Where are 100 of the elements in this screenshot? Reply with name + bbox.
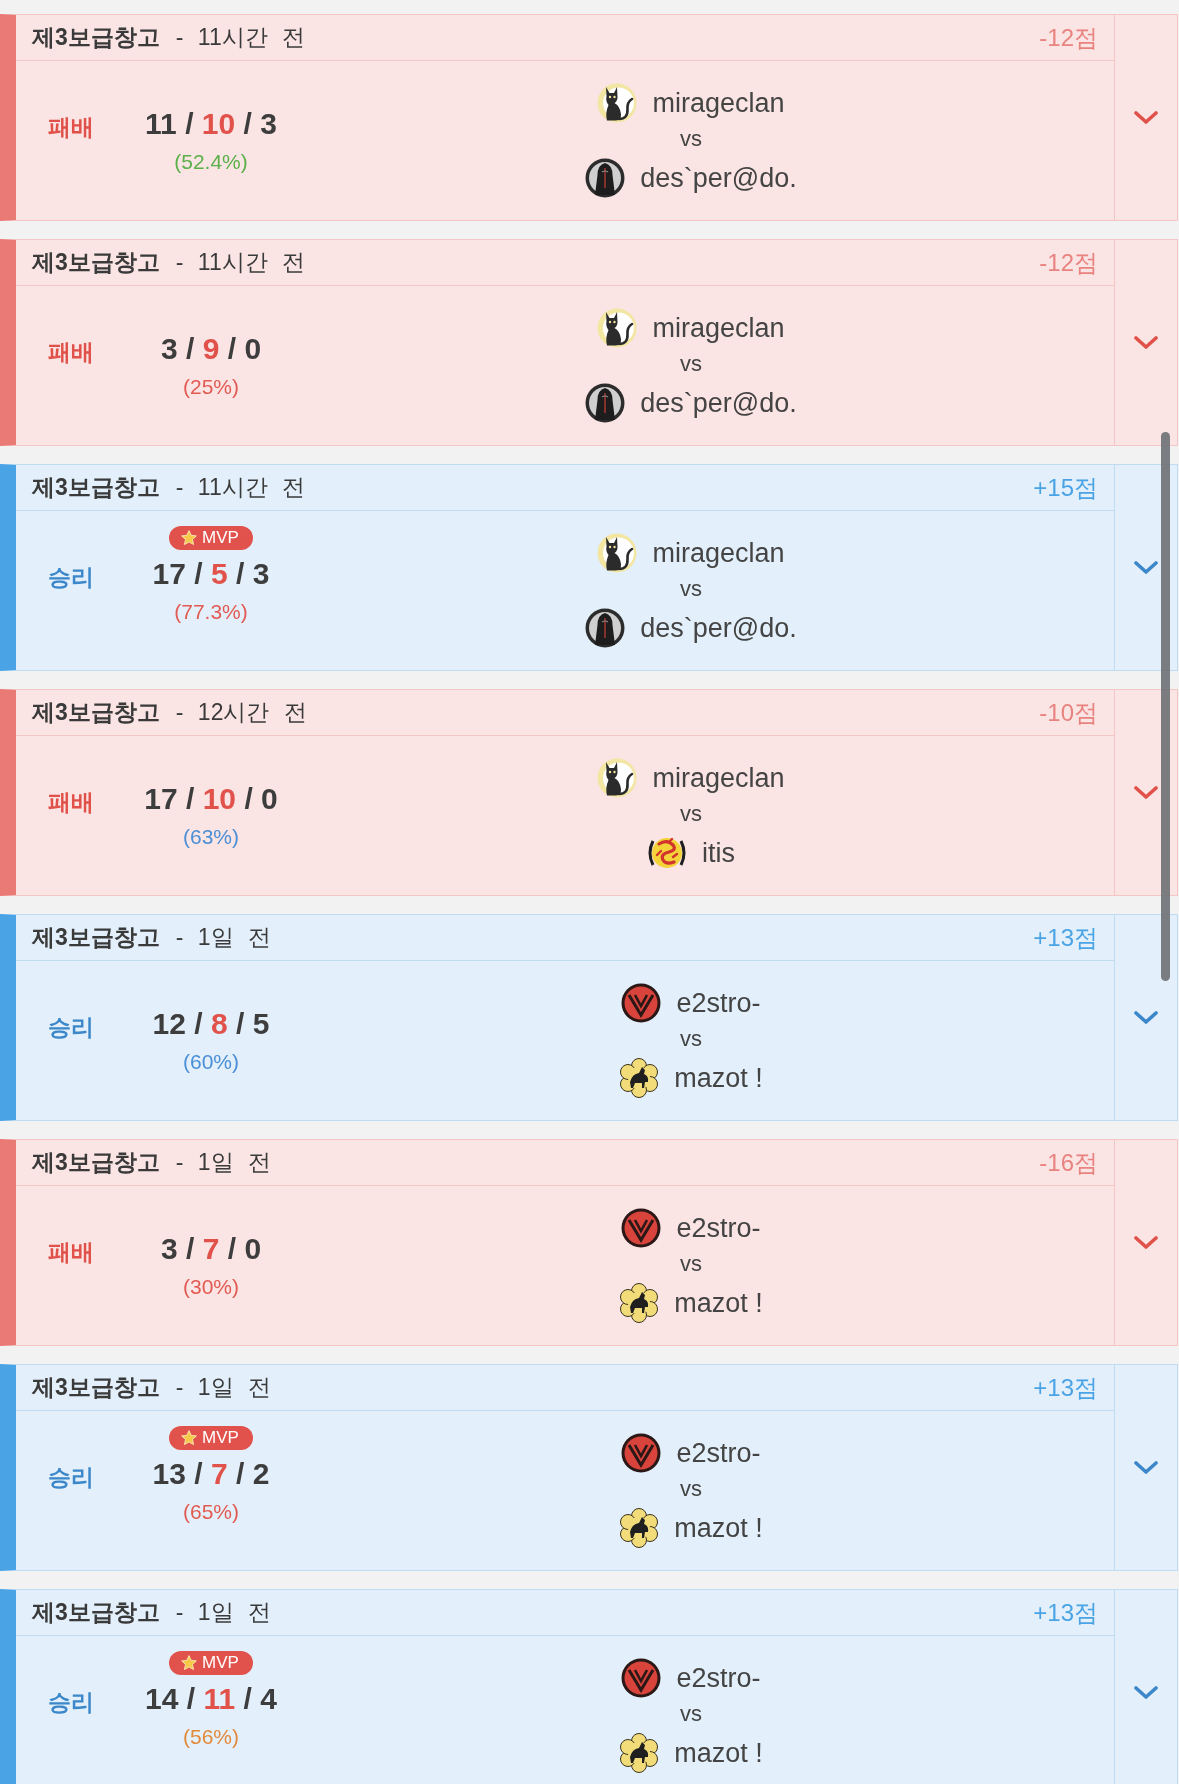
result-label: 승리: [48, 1688, 94, 1716]
result-label: 승리: [48, 1463, 94, 1491]
v-emblem-icon: [621, 1208, 662, 1248]
cat-icon: [597, 533, 638, 573]
team-name: mirageclan: [652, 762, 785, 794]
map-name: 제3보급창고: [32, 1598, 160, 1627]
score-change: +13점: [1033, 1597, 1098, 1628]
team-name: mazot !: [674, 1287, 763, 1319]
hooded-figure-icon: [585, 158, 626, 198]
score-change: -10점: [1039, 697, 1098, 728]
score-change: -16점: [1039, 1147, 1098, 1178]
kda-score: 13 / 7 / 2: [152, 1456, 270, 1492]
kda-score: 3 / 7 / 0: [160, 1231, 262, 1267]
result-label: 패배: [48, 788, 94, 816]
team-name: des`per@do.: [640, 162, 797, 194]
chevron-down-icon: [1134, 111, 1158, 124]
hooded-figure-icon: [585, 608, 626, 648]
team-name: mirageclan: [652, 537, 785, 569]
time-text: - 1일 전: [175, 1373, 272, 1402]
cat-icon: [597, 758, 638, 798]
kda-score: 17 / 5 / 3: [152, 556, 270, 592]
kda-score: 12 / 8 / 5: [152, 1006, 270, 1042]
horse-emblem-icon: [619, 1058, 660, 1098]
map-name: 제3보급창고: [32, 698, 160, 727]
score-change: -12점: [1039, 247, 1098, 278]
score-change: +13점: [1033, 1372, 1098, 1403]
percentage-text: (52.4%): [174, 149, 248, 175]
star-icon: [181, 1655, 198, 1671]
team-name: itis: [702, 837, 735, 869]
time-text: - 12시간 전: [175, 698, 307, 727]
team-name: des`per@do.: [640, 612, 797, 644]
percentage-text: (65%): [183, 1499, 239, 1525]
chevron-down-icon: [1134, 561, 1158, 574]
map-name: 제3보급창고: [32, 23, 160, 52]
time-text: - 11시간 전: [175, 248, 306, 277]
team-name: e2stro-: [676, 1212, 761, 1244]
result-label: 패배: [48, 1238, 94, 1266]
horse-emblem-icon: [619, 1508, 660, 1548]
v-emblem-icon: [621, 1433, 662, 1473]
chevron-down-icon: [1134, 1461, 1158, 1474]
percentage-text: (25%): [183, 374, 239, 400]
vs-text: vs: [680, 125, 702, 153]
mvp-label: MVP: [202, 1653, 239, 1673]
vs-text: vs: [680, 1250, 702, 1278]
vs-text: vs: [680, 350, 702, 378]
result-label: 패배: [48, 113, 94, 141]
result-label: 패배: [48, 338, 94, 366]
team-name: mazot !: [674, 1062, 763, 1094]
mvp-label: MVP: [202, 1428, 239, 1448]
vs-text: vs: [680, 800, 702, 828]
vs-text: vs: [680, 1025, 702, 1053]
time-text: - 11시간 전: [175, 473, 306, 502]
time-text: - 11시간 전: [175, 23, 306, 52]
team-name: mirageclan: [652, 312, 785, 344]
result-label: 승리: [48, 1013, 94, 1041]
star-icon: [181, 1430, 198, 1446]
kda-score: 14 / 11 / 4: [145, 1681, 277, 1717]
team-name: e2stro-: [676, 1437, 761, 1469]
score-change: +15점: [1033, 472, 1098, 503]
v-emblem-icon: [621, 983, 662, 1023]
team-name: des`per@do.: [640, 387, 797, 419]
team-name: e2stro-: [676, 987, 761, 1019]
team-name: mazot !: [674, 1512, 763, 1544]
chevron-down-icon: [1134, 786, 1158, 799]
map-name: 제3보급창고: [32, 1148, 160, 1177]
map-name: 제3보급창고: [32, 473, 160, 502]
time-text: - 1일 전: [175, 1148, 272, 1177]
cat-icon: [597, 308, 638, 348]
result-label: 승리: [48, 563, 94, 591]
team-name: mazot !: [674, 1737, 763, 1769]
team-name: mirageclan: [652, 87, 785, 119]
horse-emblem-icon: [619, 1283, 660, 1323]
time-text: - 1일 전: [175, 1598, 272, 1627]
percentage-text: (56%): [183, 1724, 239, 1750]
percentage-text: (30%): [183, 1274, 239, 1300]
chevron-down-icon: [1134, 1011, 1158, 1024]
percentage-text: (60%): [183, 1049, 239, 1075]
score-change: -12점: [1039, 22, 1098, 53]
map-name: 제3보급창고: [32, 923, 160, 952]
star-icon: [181, 530, 198, 546]
horse-emblem-icon: [619, 1733, 660, 1773]
chevron-down-icon: [1134, 336, 1158, 349]
scrollbar[interactable]: [1161, 432, 1170, 981]
kda-score: 11 / 10 / 3: [145, 106, 277, 142]
chevron-down-icon: [1134, 1236, 1158, 1249]
percentage-text: (63%): [183, 824, 239, 850]
team-name: e2stro-: [676, 1662, 761, 1694]
v-emblem-icon: [621, 1658, 662, 1698]
vs-text: vs: [680, 1475, 702, 1503]
mvp-label: MVP: [202, 528, 239, 548]
cat-icon: [597, 83, 638, 123]
percentage-text: (77.3%): [174, 599, 248, 625]
vs-text: vs: [680, 1700, 702, 1728]
time-text: - 1일 전: [175, 923, 272, 952]
map-name: 제3보급창고: [32, 1373, 160, 1402]
score-change: +13점: [1033, 922, 1098, 953]
kda-score: 17 / 10 / 0: [144, 781, 278, 817]
hooded-figure-icon: [585, 383, 626, 423]
map-name: 제3보급창고: [32, 248, 160, 277]
vs-text: vs: [680, 575, 702, 603]
